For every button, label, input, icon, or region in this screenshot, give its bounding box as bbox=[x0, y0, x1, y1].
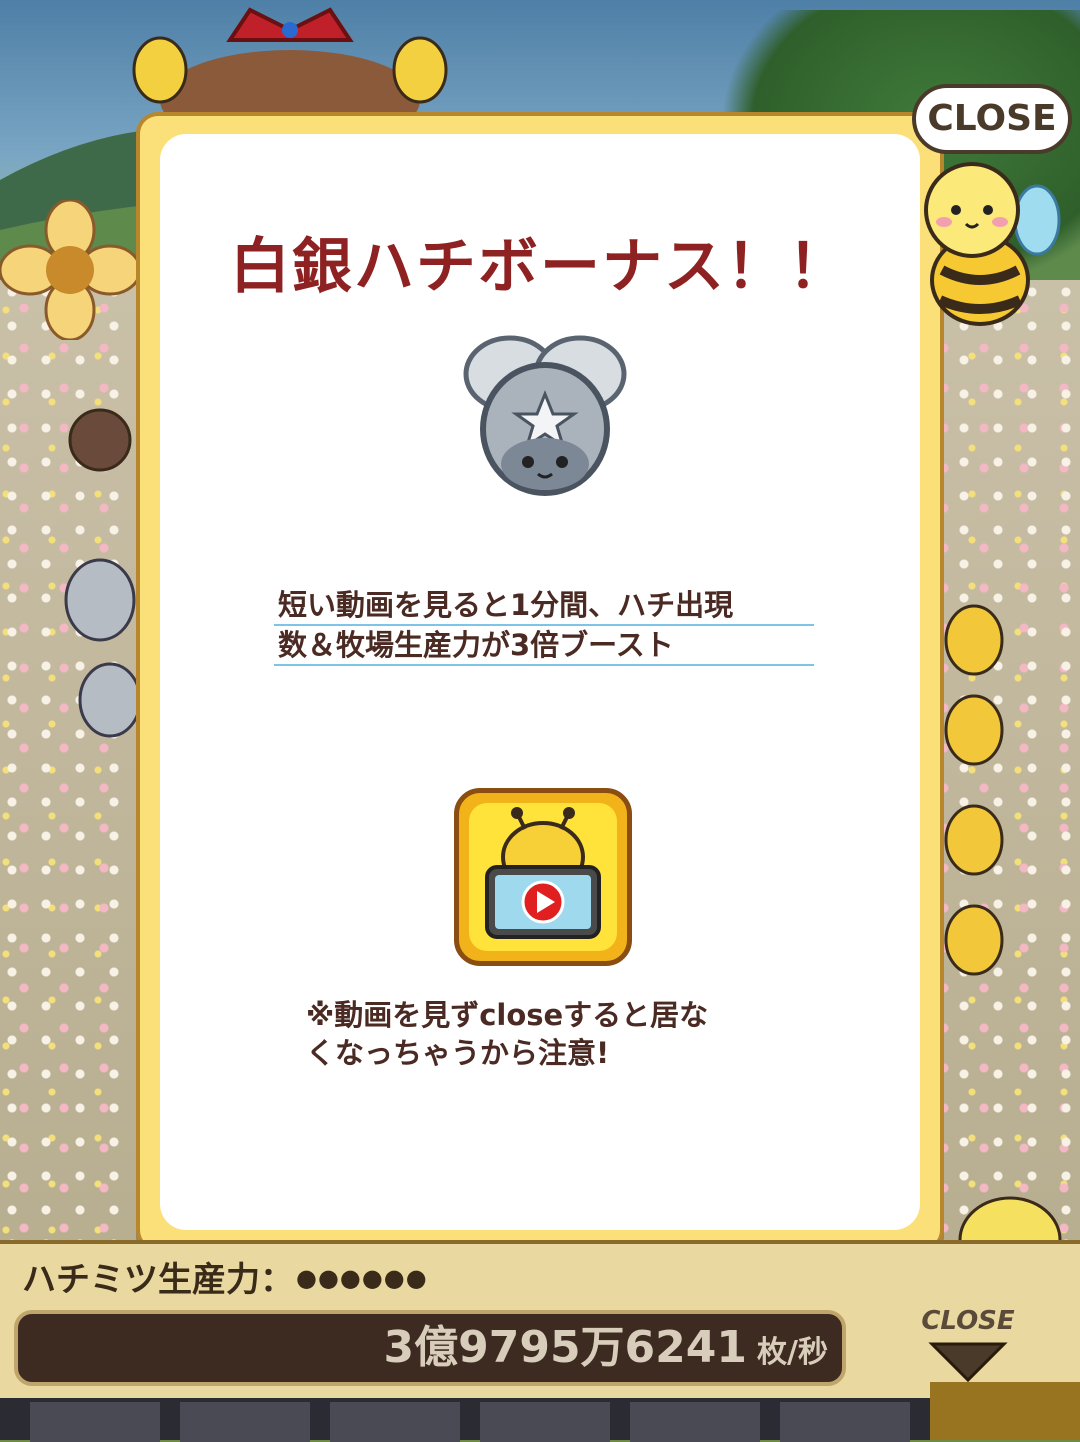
flower-decoration bbox=[0, 200, 140, 340]
nav-tab-1[interactable] bbox=[30, 1402, 160, 1442]
dialog-title: 白銀ハチボーナス！！ bbox=[230, 232, 850, 302]
mascot-bee-icon bbox=[924, 162, 1061, 326]
bee-group-right bbox=[944, 604, 1004, 976]
production-dots: ●●●●●● bbox=[296, 1264, 428, 1292]
warning-note: ※動画を見ずcloseすると居な くなっちゃうから注意! bbox=[306, 996, 786, 1072]
panel-close-button[interactable]: CLOSE bbox=[908, 1306, 1028, 1390]
note-line-2: くなっちゃうから注意! bbox=[306, 1036, 610, 1070]
note-line-1: ※動画を見ずcloseすると居な bbox=[306, 998, 709, 1032]
production-label: ハチミツ生産力： bbox=[22, 1260, 294, 1300]
description-line-2: 数＆牧場生産力が3倍ブースト bbox=[274, 626, 814, 666]
panel-close-label: CLOSE bbox=[921, 1306, 1015, 1336]
bee-group-left bbox=[64, 408, 140, 738]
nav-tab-4[interactable] bbox=[480, 1402, 610, 1442]
honey-counter: 3億9795万6241 枚/秒 bbox=[14, 1310, 846, 1386]
close-button[interactable]: CLOSE bbox=[912, 84, 1072, 154]
watch-video-button[interactable] bbox=[454, 788, 632, 966]
honey-count: 3億9795万6241 bbox=[383, 1322, 748, 1373]
dialog-body: 白銀ハチボーナス！！ 短い動画を見ると1分間、ハチ出現 数＆牧場生産力が3倍ブー… bbox=[160, 134, 920, 1230]
bottom-nav bbox=[0, 1398, 930, 1442]
bee-video-play-icon bbox=[469, 803, 617, 951]
nav-tab-6[interactable] bbox=[780, 1402, 910, 1442]
nav-tab-2[interactable] bbox=[180, 1402, 310, 1442]
description-line-1: 短い動画を見ると1分間、ハチ出現 bbox=[274, 586, 814, 626]
bonus-description: 短い動画を見ると1分間、ハチ出現 数＆牧場生産力が3倍ブースト bbox=[274, 586, 814, 666]
nav-tab-5[interactable] bbox=[630, 1402, 760, 1442]
nav-corner bbox=[930, 1382, 1080, 1440]
bonus-dialog: 白銀ハチボーナス！！ 短い動画を見ると1分間、ハチ出現 数＆牧場生産力が3倍ブー… bbox=[136, 112, 944, 1252]
nav-tab-3[interactable] bbox=[330, 1402, 460, 1442]
honey-unit: 枚/秒 bbox=[757, 1335, 828, 1370]
production-panel: ハチミツ生産力： ●●●●●● 3億9795万6241 枚/秒 CLOSE bbox=[0, 1240, 1080, 1404]
chevron-down-icon bbox=[928, 1342, 1008, 1383]
silver-bee-icon bbox=[463, 335, 627, 496]
